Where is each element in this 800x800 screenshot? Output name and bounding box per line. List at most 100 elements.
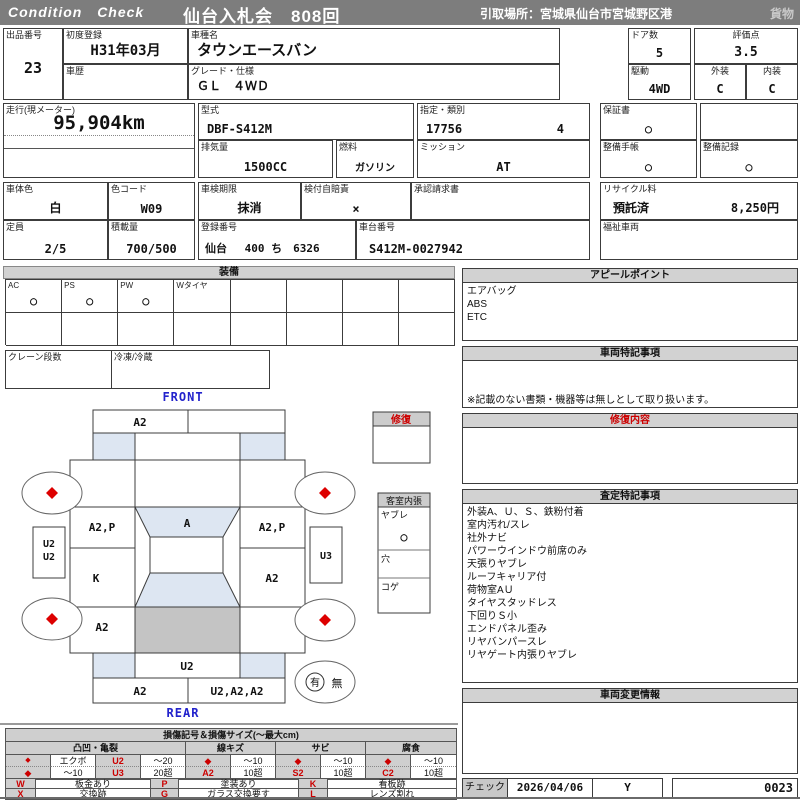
- assessment-item: 社外ナビ: [467, 533, 507, 544]
- maintenance-record-value: ○: [745, 160, 753, 174]
- crane-label: クレーン段数: [8, 352, 62, 362]
- history-label: 車歴: [66, 66, 85, 76]
- assessment-item: リヤバンパースレ: [467, 637, 547, 648]
- pickup-location: 引取場所：宮城県仙台市宮城野区港: [480, 7, 673, 21]
- transmission-cell: ミッション AT: [417, 140, 590, 178]
- spare-none-label: 無: [332, 676, 343, 690]
- code-desc: 看板跡: [328, 779, 456, 789]
- model-code-value: DBF-S412M: [207, 122, 273, 136]
- first-registration-label: 初度登録: [66, 30, 103, 40]
- equipment-cell-empty: [230, 280, 287, 313]
- inspection-expiry-cell: 車検期限 抹消: [198, 182, 301, 220]
- warranty-cell: 保証書 ○: [600, 103, 697, 140]
- mileage-empty-row: [4, 136, 194, 149]
- score-value: 3.5: [734, 45, 758, 60]
- vehicle-notes-panel: 車両特記事項 ※記載のない書類・機器等は無しとして取り扱います。: [462, 346, 798, 408]
- assessment-item: 外装А、Ｕ、Ｓ、鉄粉付着: [467, 507, 584, 518]
- section-divider: [0, 723, 458, 725]
- damage-legend-title: 損傷記号＆損傷サイズ(～最大cm): [6, 729, 456, 742]
- displacement-label: 排気量: [201, 142, 229, 152]
- welfare-label: 福祉車両: [603, 222, 640, 232]
- appeal-panel: アピールポイント エアバッグ ABS ETC: [462, 268, 798, 341]
- class-number-value: 4: [556, 122, 564, 136]
- equipment-label: PW: [120, 281, 134, 290]
- panel-code: A2: [133, 685, 146, 698]
- equipment-label: AC: [8, 281, 20, 290]
- refrigeration-cell: 冷凍/冷蔵: [111, 350, 270, 389]
- bottom-border: [0, 797, 800, 799]
- damage-symbol: ◆: [6, 755, 51, 767]
- load-capacity-cell: 積載量 700/500: [108, 220, 195, 260]
- header-bar: Condition Check 仙台入札会 808回 引取場所：宮城県仙台市宮城…: [0, 0, 800, 26]
- type-number-value: 17756: [426, 122, 463, 136]
- equipment-cell-empty: [398, 280, 455, 313]
- type-class-label: 指定・類別: [420, 105, 466, 115]
- equipment-label: Wタイヤ: [176, 281, 208, 290]
- code-legend-row: W 板金あり P 塗装あり K 看板跡: [6, 779, 456, 789]
- sheet-number: 0023: [672, 778, 798, 798]
- check-label: チェック: [463, 779, 508, 797]
- assessment-title: 査定特記事項: [463, 490, 797, 504]
- warranty-label: 保証書: [603, 105, 631, 115]
- damage-group: 腐食: [401, 743, 420, 753]
- color-code-value: W09: [140, 202, 163, 216]
- panel-code: A2: [95, 621, 108, 634]
- lot-number-label: 出品番号: [6, 30, 43, 40]
- grade-label: グレード・仕様: [191, 66, 255, 76]
- assessment-item: エンドパネル歪み: [467, 624, 547, 635]
- equipment-cell-empty: [118, 313, 175, 346]
- mileage-value-row: 95,904km: [4, 104, 194, 136]
- registration-number-value: 仙台 400 ち 6326: [205, 242, 320, 255]
- chassis-number-value: S412M-0027942: [369, 242, 463, 256]
- doors-label: ドア数: [631, 30, 659, 40]
- check-date: 2026/04/06: [508, 779, 593, 797]
- cabin-lining-row-label: 穴: [381, 553, 390, 565]
- equipment-cell-empty: [62, 313, 119, 346]
- welfare-cell: 福祉車両: [600, 220, 798, 260]
- body-color-label: 車体色: [6, 184, 34, 194]
- equipment-cell-empty: [342, 280, 399, 313]
- maintenance-book-label: 整備手帳: [603, 142, 640, 152]
- approval-request-label: 承認請求書: [414, 184, 460, 194]
- insurance-label: 検付自賠責: [304, 184, 350, 194]
- recycle-fee-label: リサイクル料: [603, 184, 657, 194]
- lot-number-cell: 出品番号 23: [3, 28, 63, 100]
- interior-grade-cell: 内装 C: [746, 64, 798, 100]
- panel-code: A: [184, 517, 191, 530]
- grade-cell: グレード・仕様 ＧＬ ４ＷＤ: [188, 64, 560, 100]
- equipment-cell-empty: [286, 313, 343, 346]
- spare-tire-indicator: [294, 660, 356, 704]
- score-cell: 評価点 3.5: [694, 28, 798, 64]
- model-code-cell: 型式 DBF-S412M: [198, 103, 414, 140]
- transmission-label: ミッション: [420, 142, 466, 152]
- chassis-number-label: 車台番号: [359, 222, 396, 232]
- equipment-cell-pw: PW ○: [118, 280, 175, 313]
- code-desc: 塗装あり: [179, 779, 299, 789]
- inspection-expiry-label: 車検期限: [201, 184, 238, 194]
- maintenance-book-value: ○: [644, 160, 653, 174]
- load-capacity-value: 700/500: [126, 242, 177, 256]
- appeal-body: エアバッグ ABS ETC: [463, 283, 797, 326]
- appeal-title: アピールポイント: [463, 269, 797, 283]
- equipment-cell-wtire: Wタイヤ: [174, 280, 231, 313]
- damage-symbol: ◆: [186, 755, 231, 767]
- inspection-expiry-value: 抹消: [237, 201, 262, 215]
- doors-value: 5: [655, 46, 664, 60]
- repair-details-body: [463, 428, 797, 432]
- code-symbol: K: [299, 779, 328, 789]
- panel-cabin-roof: [149, 536, 224, 574]
- brand-logo: Condition Check: [8, 4, 145, 20]
- maintenance-book-cell: 整備手帳 ○: [600, 140, 697, 178]
- code-symbol: P: [151, 779, 179, 789]
- model-name-value: タウンエースバン: [197, 42, 318, 59]
- damage-desc: エクボ: [51, 755, 96, 767]
- refrigeration-label: 冷凍/冷蔵: [114, 352, 153, 362]
- damage-symbol: ◆: [276, 755, 321, 767]
- equipment-title: 装備: [3, 266, 455, 279]
- crane-cell: クレーン段数: [5, 350, 112, 389]
- vehicle-category: 貨物: [769, 7, 794, 21]
- auction-title: 仙台入札会 808回: [183, 7, 341, 26]
- insurance-value: ×: [352, 202, 360, 216]
- panel-code: U2,A2,A2: [211, 685, 264, 698]
- damage-desc: ～10: [321, 755, 366, 767]
